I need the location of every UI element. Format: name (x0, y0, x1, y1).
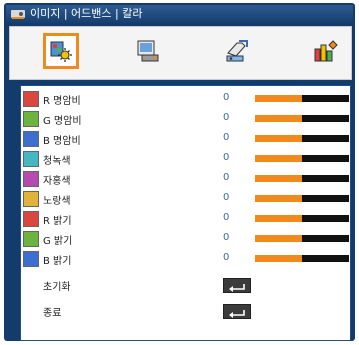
row-label: G 밝기 (43, 236, 73, 247)
row-label: 노랑색 (43, 196, 71, 207)
tab-options[interactable] (310, 35, 342, 67)
row-cyan[interactable]: 청녹색 0 (21, 150, 350, 170)
row-label: B 밝기 (43, 256, 72, 267)
menu-titlebar: 이미지 | 어드밴스 | 칼라 (6, 5, 353, 23)
slider-fill (255, 235, 302, 242)
exit-enter-button[interactable] (223, 304, 251, 319)
level-slider[interactable] (255, 95, 349, 102)
row-label: R 명암비 (43, 96, 81, 107)
row-value: 0 (223, 112, 230, 123)
level-slider[interactable] (255, 195, 349, 202)
row-b-gain[interactable]: B 명암비 0 (21, 130, 350, 150)
tab-image[interactable] (43, 33, 79, 69)
level-slider[interactable] (255, 155, 349, 162)
menu-title: 이미지 | 어드밴스 | 칼라 (30, 7, 143, 20)
row-value: 0 (223, 232, 230, 243)
level-slider[interactable] (255, 135, 349, 142)
row-value: 0 (223, 212, 230, 223)
enter-icon (229, 284, 245, 292)
magenta-color-icon (23, 171, 39, 187)
slider-fill (255, 135, 302, 142)
reset-enter-button[interactable] (223, 278, 251, 293)
blue-color-icon (23, 251, 39, 267)
row-r-gain[interactable]: R 명암비 0 (21, 90, 350, 110)
row-label: 청녹색 (43, 156, 71, 167)
slider-fill (255, 95, 302, 102)
slider-fill (255, 195, 302, 202)
level-slider[interactable] (255, 215, 349, 222)
red-color-icon (23, 211, 39, 227)
slider-fill (255, 175, 302, 182)
tab-setup[interactable] (222, 35, 254, 67)
cyan-color-icon (23, 151, 39, 167)
projector-icon (11, 10, 25, 19)
slider-fill (255, 115, 302, 122)
row-g-gain[interactable]: G 명암비 0 (21, 110, 350, 130)
row-value: 0 (223, 152, 230, 163)
slider-fill (255, 155, 302, 162)
level-slider[interactable] (255, 255, 349, 262)
color-settings-panel: R 명암비 0 G 명암비 0 B 명암비 0 청녹색 0 자홍색 0 노랑색 … (20, 85, 351, 341)
row-label: G 명암비 (43, 116, 82, 127)
tab-display[interactable] (132, 35, 164, 67)
row-b-bias[interactable]: B 밝기 0 (21, 250, 350, 270)
reset-label: 초기화 (43, 282, 71, 293)
osd-menu: 이미지 | 어드밴스 | 칼라 R 명암비 0 G 명암비 0 B 명암비 0 … (4, 3, 355, 341)
green-color-icon (23, 231, 39, 247)
row-yellow[interactable]: 노랑색 0 (21, 190, 350, 210)
enter-icon (229, 310, 245, 318)
row-value: 0 (223, 252, 230, 263)
row-value: 0 (223, 132, 230, 143)
row-r-bias[interactable]: R 밝기 0 (21, 210, 350, 230)
green-color-icon (23, 111, 39, 127)
row-value: 0 (223, 172, 230, 183)
row-reset[interactable]: 초기화 (21, 276, 350, 296)
row-value: 0 (223, 192, 230, 203)
yellow-color-icon (23, 191, 39, 207)
row-exit[interactable]: 종료 (21, 302, 350, 322)
display-icon (137, 40, 159, 62)
blue-color-icon (23, 131, 39, 147)
row-g-bias[interactable]: G 밝기 0 (21, 230, 350, 250)
level-slider[interactable] (255, 235, 349, 242)
row-label: 자홍색 (43, 176, 71, 187)
row-value: 0 (223, 92, 230, 103)
slider-fill (255, 255, 302, 262)
slider-fill (255, 215, 302, 222)
setup-icon (226, 40, 248, 62)
image-settings-icon (50, 41, 72, 62)
row-label: B 명암비 (43, 136, 81, 147)
menu-toolbar (9, 26, 352, 80)
exit-label: 종료 (43, 308, 62, 319)
options-icon (314, 40, 338, 62)
row-magenta[interactable]: 자홍색 0 (21, 170, 350, 190)
row-label: R 밝기 (43, 216, 72, 227)
red-color-icon (23, 91, 39, 107)
level-slider[interactable] (255, 175, 349, 182)
level-slider[interactable] (255, 115, 349, 122)
